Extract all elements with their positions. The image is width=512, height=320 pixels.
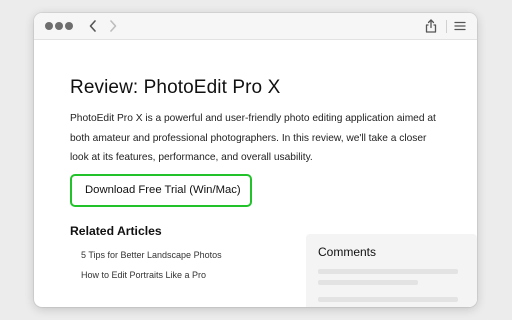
article-intro: PhotoEdit Pro X is a powerful and user-f…: [70, 113, 436, 163]
cta-highlight-outline: Download Free Trial (Win/Mac): [70, 174, 252, 207]
related-articles-heading: Related Articles: [70, 224, 162, 238]
comment-placeholder-line: [318, 280, 418, 285]
related-articles-list: 5 Tips for Better Landscape Photos How t…: [81, 249, 222, 288]
page-content: Review: PhotoEdit Pro X PhotoEdit Pro X …: [70, 13, 477, 307]
comment-placeholder-line: [318, 269, 458, 274]
comments-panel: Comments: [306, 234, 477, 307]
page-title: Review: PhotoEdit Pro X: [70, 77, 281, 98]
related-article-link[interactable]: How to Edit Portraits Like a Pro: [81, 269, 222, 289]
comments-heading: Comments: [318, 245, 377, 259]
browser-window: Review: PhotoEdit Pro X PhotoEdit Pro X …: [34, 13, 477, 307]
window-close-dot[interactable]: [45, 22, 53, 30]
related-article-link[interactable]: 5 Tips for Better Landscape Photos: [81, 249, 222, 269]
window-minimize-dot[interactable]: [55, 22, 63, 30]
comment-placeholder-line: [318, 297, 458, 302]
download-free-trial-button[interactable]: Download Free Trial (Win/Mac): [76, 179, 245, 201]
